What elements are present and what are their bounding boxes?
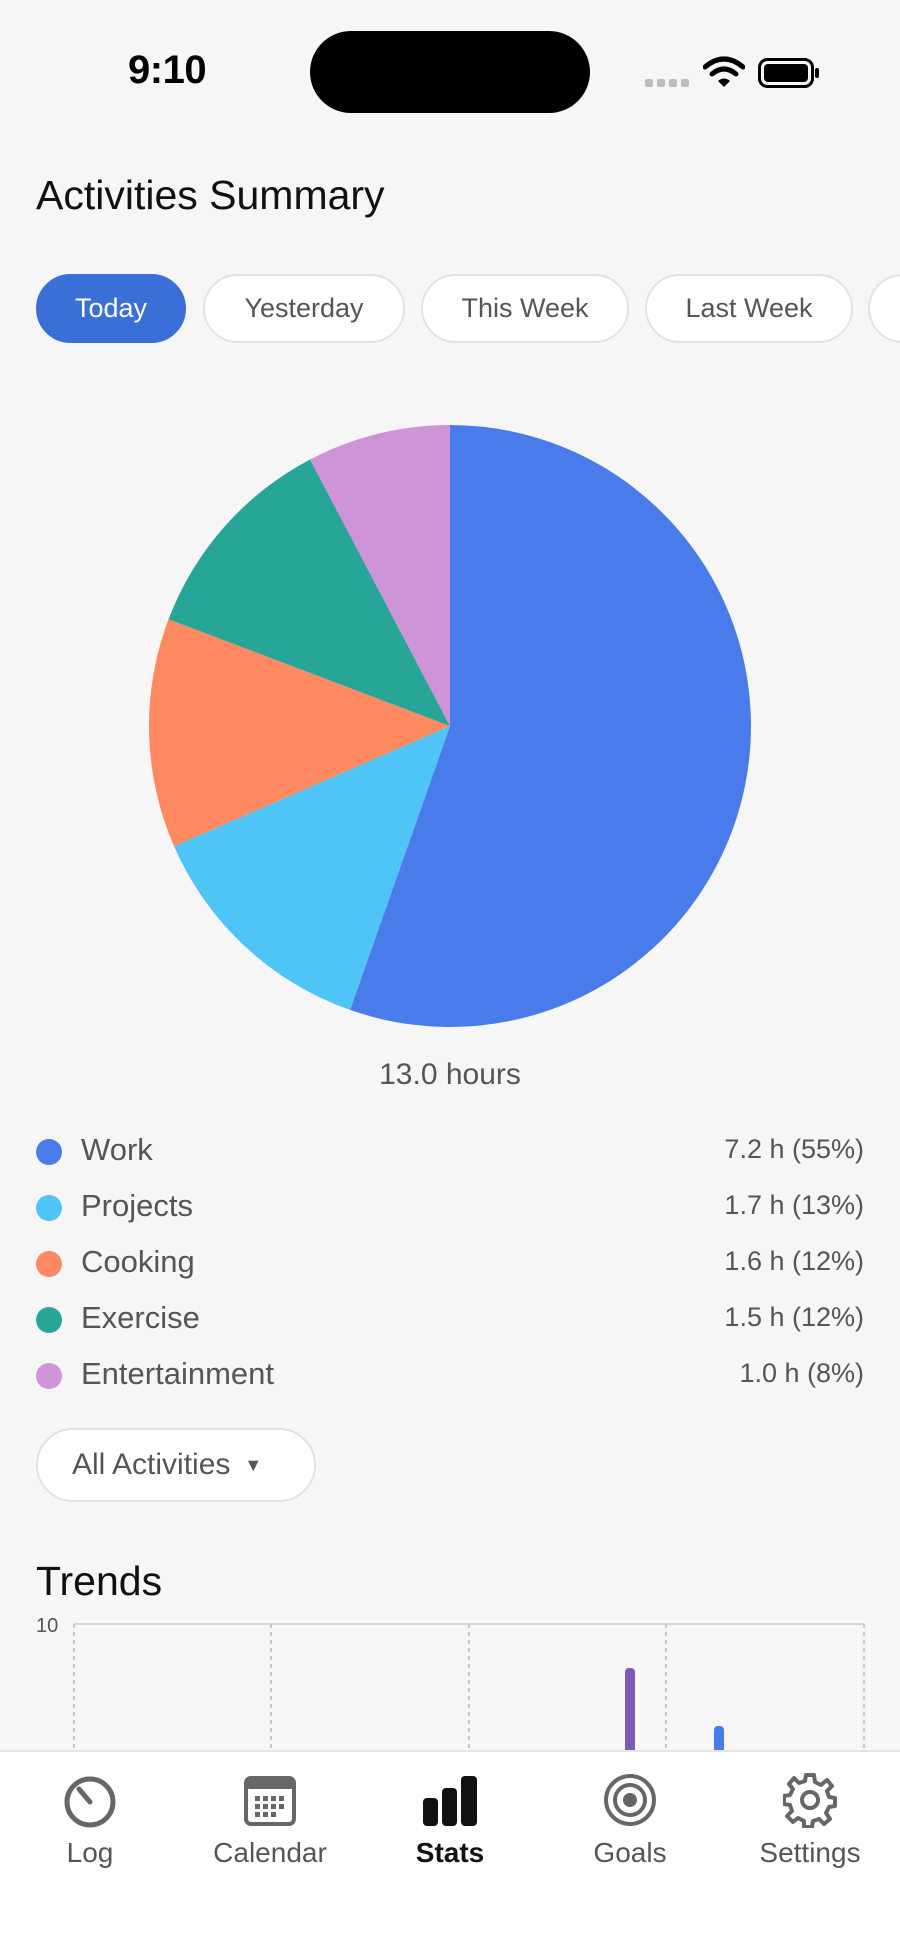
trends-title: Trends [36,1558,163,1604]
legend-dot-projects [36,1195,62,1221]
tab-label: Log [66,1837,114,1868]
legend-value: 1.6 h (12%) [724,1246,864,1276]
bar-chart-icon [423,1776,477,1826]
status-time: 9:10 [128,48,207,92]
dynamic-island [310,31,590,113]
legend-dot-work [36,1139,62,1165]
status-bar: 9:10 [0,0,900,150]
trends-chart: 10 [36,1615,865,1750]
legend-label: Exercise [81,1300,200,1335]
tab-settings[interactable]: Settings [720,1752,900,1872]
legend-dot-exercise [36,1307,62,1333]
legend-value: 7.2 h (55%) [724,1134,864,1164]
legend-value: 1.7 h (13%) [724,1190,864,1220]
caret-down-icon: ▼ [244,1454,263,1475]
gear-icon [783,1773,837,1828]
tab-label: Stats [415,1837,485,1868]
range-chip-last-week[interactable]: Last Week [645,274,853,343]
tab-log[interactable]: Log [0,1752,180,1872]
activity-filter-label: All Activities [72,1448,231,1481]
legend-label: Work [81,1132,153,1167]
cellular-signal-icon [645,79,689,87]
tab-label: Goals [593,1837,667,1868]
tab-calendar[interactable]: Calendar [180,1752,360,1872]
target-icon [604,1774,656,1826]
calendar-icon [244,1776,296,1826]
trends-y-max-label: 10 [36,1615,58,1637]
total-hours: 13.0 hours [379,1058,521,1091]
legend-row-exercise[interactable]: Exercise 1.5 h (12%) [36,1294,864,1350]
date-range-selector: Today Yesterday This Week Last Week [0,274,900,344]
bottom-tab-bar: Log Calendar Stats Goals Settings [0,1750,900,1957]
legend-label: Entertainment [81,1356,274,1391]
page-title: Activities Summary [36,172,385,218]
trends-bar [714,1726,724,1750]
legend-value: 1.5 h (12%) [724,1302,864,1332]
wifi-icon [703,56,745,87]
legend-row-entertainment[interactable]: Entertainment 1.0 h (8%) [36,1350,864,1406]
legend-dot-cooking [36,1251,62,1277]
range-chip-yesterday[interactable]: Yesterday [203,274,405,343]
range-chip-today[interactable]: Today [36,274,186,343]
legend-row-work[interactable]: Work 7.2 h (55%) [36,1126,864,1182]
activity-filter-dropdown[interactable]: All Activities ▼ [36,1428,316,1502]
timer-icon [64,1776,116,1828]
legend-row-projects[interactable]: Projects 1.7 h (13%) [36,1182,864,1238]
legend-dot-entertainment [36,1363,62,1389]
tab-stats[interactable]: Stats [360,1752,540,1872]
tab-label: Calendar [213,1837,327,1868]
legend-label: Projects [81,1188,193,1223]
legend-label: Cooking [81,1244,195,1279]
tab-label: Settings [759,1837,861,1868]
battery-icon [758,58,819,88]
legend-value: 1.0 h (8%) [739,1358,864,1388]
range-chip-this-week[interactable]: This Week [421,274,629,343]
legend-row-cooking[interactable]: Cooking 1.6 h (12%) [36,1238,864,1294]
trends-bar [625,1668,635,1750]
range-chip-next[interactable] [868,274,900,343]
tab-goals[interactable]: Goals [540,1752,720,1872]
activity-pie-chart [148,425,752,1027]
legend: Work 7.2 h (55%) Projects 1.7 h (13%) Co… [36,1126,864,1406]
